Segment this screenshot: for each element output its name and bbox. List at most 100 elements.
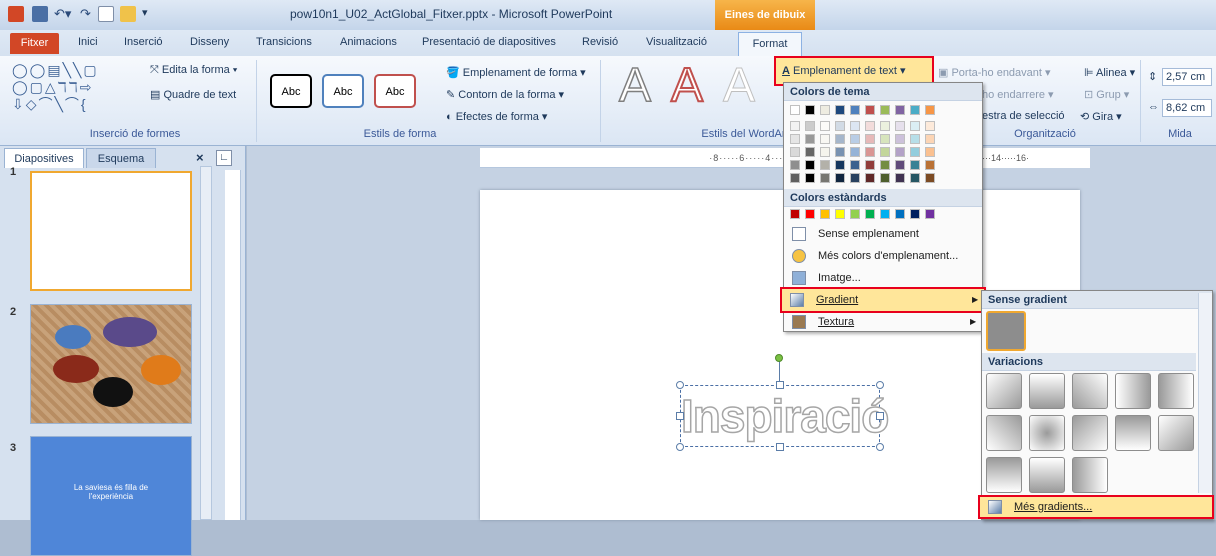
tab-design[interactable]: Disseny (190, 36, 229, 48)
theme-color-swatch[interactable] (835, 105, 845, 115)
theme-color-shade-swatch[interactable] (925, 121, 935, 131)
shape-style-black[interactable]: Abc (270, 74, 312, 108)
theme-color-shade-swatch[interactable] (790, 134, 800, 144)
standard-color-swatch[interactable] (805, 209, 815, 219)
theme-color-shade-swatch[interactable] (925, 160, 935, 170)
theme-color-swatch[interactable] (925, 105, 935, 115)
standard-color-swatch[interactable] (820, 209, 830, 219)
theme-color-shade-swatch[interactable] (925, 173, 935, 183)
standard-color-swatch[interactable] (895, 209, 905, 219)
gradient-variation-tile[interactable] (1158, 373, 1194, 409)
theme-color-shade-swatch[interactable] (910, 147, 920, 157)
theme-color-swatch[interactable] (790, 105, 800, 115)
theme-color-shade-swatch[interactable] (820, 147, 830, 157)
align-button[interactable]: ⊫ Alinea ▾ (1084, 66, 1135, 79)
theme-color-shade-swatch[interactable] (865, 134, 875, 144)
tab-home[interactable]: Inici (78, 36, 98, 48)
resize-handle[interactable] (876, 412, 884, 420)
standard-color-swatch[interactable] (865, 209, 875, 219)
thumbnail-scrollbar[interactable] (200, 166, 212, 520)
tab-file[interactable]: Fitxer (10, 33, 59, 54)
theme-color-shade-swatch[interactable] (805, 134, 815, 144)
tab-animations[interactable]: Animacions (340, 36, 397, 48)
resize-handle[interactable] (876, 381, 884, 389)
theme-color-shade-swatch[interactable] (790, 173, 800, 183)
theme-color-shade-swatch[interactable] (850, 121, 860, 131)
theme-color-shade-swatch[interactable] (880, 134, 890, 144)
theme-color-shade-swatch[interactable] (910, 173, 920, 183)
theme-color-shade-swatch[interactable] (895, 121, 905, 131)
theme-color-shade-swatch[interactable] (850, 134, 860, 144)
theme-color-shade-swatch[interactable] (805, 121, 815, 131)
theme-color-shade-swatch[interactable] (880, 160, 890, 170)
resize-handle[interactable] (676, 443, 684, 451)
standard-color-swatch[interactable] (850, 209, 860, 219)
resize-handle[interactable] (876, 443, 884, 451)
theme-color-shade-swatch[interactable] (850, 173, 860, 183)
theme-color-swatch[interactable] (865, 105, 875, 115)
standard-color-swatch[interactable] (790, 209, 800, 219)
rotation-handle[interactable] (775, 354, 783, 362)
theme-color-shade-swatch[interactable] (820, 160, 830, 170)
theme-color-shade-swatch[interactable] (895, 134, 905, 144)
theme-color-shade-swatch[interactable] (880, 121, 890, 131)
theme-color-shade-swatch[interactable] (865, 173, 875, 183)
theme-color-shade-swatch[interactable] (835, 147, 845, 157)
standard-color-swatch[interactable] (835, 209, 845, 219)
gradient-variation-tile[interactable] (1115, 373, 1151, 409)
theme-color-shade-swatch[interactable] (790, 121, 800, 131)
gradient-variation-tile[interactable] (986, 457, 1022, 493)
wordart-style-red[interactable]: A (662, 58, 712, 114)
wordart-text-box[interactable]: Inspiració (680, 385, 890, 447)
selection-pane-button[interactable]: estra de selecció (982, 110, 1065, 122)
gradient-fill-item[interactable]: Gradient ▶ (780, 287, 986, 313)
texture-fill-item[interactable]: Textura ▶ (784, 311, 982, 333)
slide-thumbnail-3[interactable]: La saviesa és filla de l'experiència (30, 436, 192, 556)
theme-color-shade-swatch[interactable] (805, 173, 815, 183)
no-gradient-tile[interactable] (986, 311, 1026, 351)
theme-color-shade-swatch[interactable] (850, 160, 860, 170)
image-fill-item[interactable]: Imatge... (784, 267, 982, 289)
qat-customize-icon[interactable]: ▾ (142, 6, 148, 19)
gradient-variation-tile[interactable] (986, 415, 1022, 451)
theme-color-shade-swatch[interactable] (820, 134, 830, 144)
open-folder-icon[interactable] (120, 6, 136, 22)
gradient-variation-tile[interactable] (1115, 415, 1151, 451)
tab-slides[interactable]: Diapositives (4, 148, 84, 168)
shapes-gallery[interactable]: ◯◯▤╲╲▢ ◯▢△ℸℸ⇨ ⇩◇⌒╲⌒{ (12, 62, 142, 113)
theme-color-shade-swatch[interactable] (865, 160, 875, 170)
theme-color-swatch[interactable] (805, 105, 815, 115)
theme-color-swatch[interactable] (910, 105, 920, 115)
bring-forward-button[interactable]: ▣ Porta-ho endavant ▾ (938, 66, 1051, 79)
rotate-button[interactable]: ⟲ Gira ▾ (1080, 110, 1122, 123)
standard-color-swatch[interactable] (880, 209, 890, 219)
close-pane-icon[interactable]: × (196, 150, 204, 165)
theme-color-shade-swatch[interactable] (820, 173, 830, 183)
theme-color-shade-swatch[interactable] (835, 121, 845, 131)
theme-color-shade-swatch[interactable] (865, 121, 875, 131)
theme-color-shade-swatch[interactable] (850, 147, 860, 157)
theme-color-shade-swatch[interactable] (805, 147, 815, 157)
gradient-variation-tile[interactable] (1072, 415, 1108, 451)
resize-handle[interactable] (776, 443, 784, 451)
edit-shape-button[interactable]: ⤧ Edita la forma ▾ (150, 64, 237, 77)
theme-color-shade-swatch[interactable] (865, 147, 875, 157)
shape-effects-button[interactable]: ◐ Efectes de forma ▾ (446, 110, 547, 123)
theme-color-shade-swatch[interactable] (880, 173, 890, 183)
send-backward-button[interactable]: ho endarrere ▾ (982, 88, 1054, 101)
theme-color-shade-swatch[interactable] (835, 173, 845, 183)
gradient-variation-tile[interactable] (1029, 415, 1065, 451)
tab-transitions[interactable]: Transicions (256, 36, 312, 48)
shape-fill-button[interactable]: 🪣 Emplenament de forma ▾ (446, 66, 586, 79)
theme-color-shade-swatch[interactable] (820, 121, 830, 131)
slide-thumbnail-2[interactable] (30, 304, 192, 424)
theme-color-swatch[interactable] (895, 105, 905, 115)
gradient-variation-tile[interactable] (986, 373, 1022, 409)
theme-color-swatch[interactable] (820, 105, 830, 115)
new-file-icon[interactable] (98, 6, 114, 22)
gradient-variation-tile[interactable] (1029, 373, 1065, 409)
theme-color-shade-swatch[interactable] (925, 147, 935, 157)
tab-insert[interactable]: Inserció (124, 36, 163, 48)
gradient-variation-tile[interactable] (1029, 457, 1065, 493)
gradient-variation-tile[interactable] (1072, 457, 1108, 493)
